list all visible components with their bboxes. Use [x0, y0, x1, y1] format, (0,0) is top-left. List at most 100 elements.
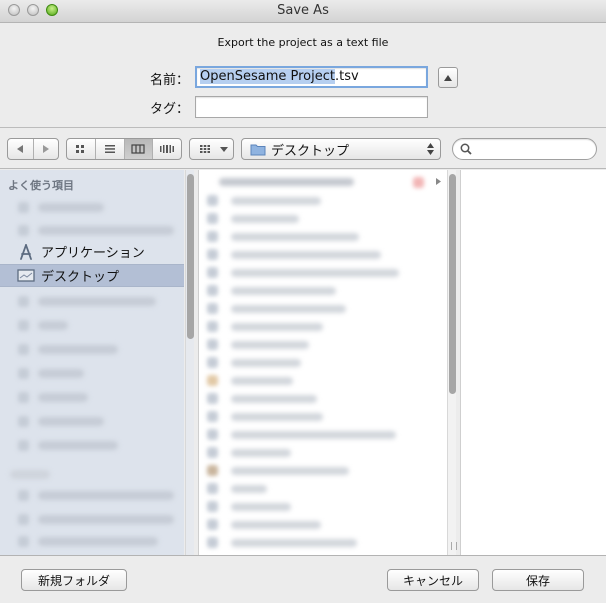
- blurred-icon: [207, 519, 218, 530]
- desktop-folder-icon: [15, 267, 37, 285]
- blurred-row: [231, 251, 381, 259]
- sidebar: よく使う項目 アプリケーション デスクトップ: [0, 170, 184, 555]
- blurred-item: [38, 393, 88, 402]
- blurred-icon: [207, 411, 218, 422]
- blurred-item: [38, 491, 174, 500]
- blurred-row: [231, 485, 267, 493]
- blurred-icon: [207, 195, 218, 206]
- arrange-menu-button[interactable]: [189, 138, 234, 160]
- blurred-item: [38, 203, 104, 212]
- blurred-section-header: [10, 470, 50, 479]
- column-scroll-thumb[interactable]: [449, 174, 456, 394]
- folder-icon: [250, 144, 266, 156]
- forward-button[interactable]: [34, 139, 58, 159]
- applications-icon: [15, 243, 37, 261]
- filename-selected-text: OpenSesame Project: [200, 69, 335, 84]
- sidebar-item-label: アプリケーション: [41, 246, 145, 261]
- blurred-row: [231, 269, 399, 277]
- blurred-icon: [18, 392, 29, 403]
- view-mode-control: [66, 138, 182, 160]
- divider: [0, 127, 606, 128]
- filename-extension: .tsv: [334, 69, 359, 84]
- blurred-icon: [18, 536, 29, 547]
- blurred-row: [231, 233, 359, 241]
- blurred-item: [38, 515, 174, 524]
- location-popup[interactable]: デスクトップ: [241, 138, 441, 160]
- blurred-icon: [207, 465, 218, 476]
- blurred-row: [231, 341, 309, 349]
- coverflow-view-icon: [160, 145, 175, 153]
- blurred-row: [231, 431, 396, 439]
- blurred-icon: [18, 344, 29, 355]
- sidebar-item-applications[interactable]: アプリケーション: [0, 240, 184, 263]
- blurred-item: [38, 321, 68, 330]
- disclosure-arrow-icon: [436, 178, 441, 185]
- column-view-icon: [131, 144, 145, 154]
- filename-field[interactable]: OpenSesame Project.tsv: [195, 66, 428, 88]
- blurred-row: [231, 359, 301, 367]
- blurred-icon: [207, 357, 218, 368]
- blurred-icon: [207, 483, 218, 494]
- blurred-row: [231, 323, 323, 331]
- blurred-icon: [207, 231, 218, 242]
- save-dialog-window: Save As Export the project as a text fil…: [0, 0, 606, 603]
- sidebar-scrollbar[interactable]: [185, 170, 194, 555]
- blurred-row: [231, 467, 349, 475]
- blurred-item: [38, 297, 156, 306]
- blurred-icon: [207, 303, 218, 314]
- blurred-icon: [207, 285, 218, 296]
- file-browser-column: [198, 170, 447, 555]
- chevron-down-icon: [220, 147, 228, 152]
- list-view-icon: [104, 145, 115, 153]
- blurred-row: [231, 305, 346, 313]
- sidebar-item-label: デスクトップ: [41, 270, 120, 285]
- blurred-icon: [18, 490, 29, 501]
- title-bar: Save As: [0, 0, 606, 23]
- blurred-icon: [18, 225, 29, 236]
- favorites-header: よく使う項目: [8, 179, 74, 192]
- blurred-item: [38, 537, 158, 546]
- blurred-item: [38, 441, 118, 450]
- column-resize-handle[interactable]: [451, 542, 457, 550]
- expand-dialog-button[interactable]: [438, 67, 458, 88]
- blurred-row: [231, 395, 317, 403]
- sidebar-item-desktop[interactable]: デスクトップ: [0, 264, 184, 287]
- blurred-item: [38, 369, 84, 378]
- column-view-button[interactable]: [124, 139, 154, 159]
- blurred-icon: [18, 296, 29, 307]
- blurred-icon: [207, 213, 218, 224]
- disclosure-up-icon: [444, 74, 452, 81]
- location-label: デスクトップ: [271, 144, 350, 159]
- arrange-grid-icon: [200, 145, 210, 153]
- icon-view-button[interactable]: [67, 139, 96, 159]
- back-forward-control: [7, 138, 59, 160]
- blurred-icon: [207, 321, 218, 332]
- blurred-row: [231, 413, 323, 421]
- search-field[interactable]: [452, 138, 597, 160]
- blurred-row: [231, 521, 321, 529]
- footer-divider: [0, 555, 606, 556]
- blurred-row: [231, 449, 291, 457]
- back-button[interactable]: [8, 139, 34, 159]
- sidebar-scroll-thumb[interactable]: [187, 174, 194, 339]
- blurred-icon: [207, 537, 218, 548]
- icon-view-icon: [75, 145, 84, 153]
- blurred-row: [231, 215, 299, 223]
- list-view-button[interactable]: [96, 139, 125, 159]
- tags-label: タグ：: [150, 102, 190, 117]
- column-scrollbar[interactable]: [447, 170, 456, 555]
- save-button[interactable]: 保存: [492, 569, 584, 591]
- blurred-item: [38, 417, 104, 426]
- blurred-row: [219, 178, 354, 186]
- coverflow-view-button[interactable]: [153, 139, 181, 159]
- blurred-icon: [18, 514, 29, 525]
- cancel-button[interactable]: キャンセル: [387, 569, 479, 591]
- blurred-row: [231, 539, 357, 547]
- blurred-icon: [207, 447, 218, 458]
- tags-field[interactable]: [195, 96, 428, 118]
- new-folder-button[interactable]: 新規フォルダ: [21, 569, 127, 591]
- blurred-row: [231, 287, 336, 295]
- blurred-row: [231, 503, 291, 511]
- right-arrow-icon: [42, 145, 49, 153]
- blurred-icon: [18, 320, 29, 331]
